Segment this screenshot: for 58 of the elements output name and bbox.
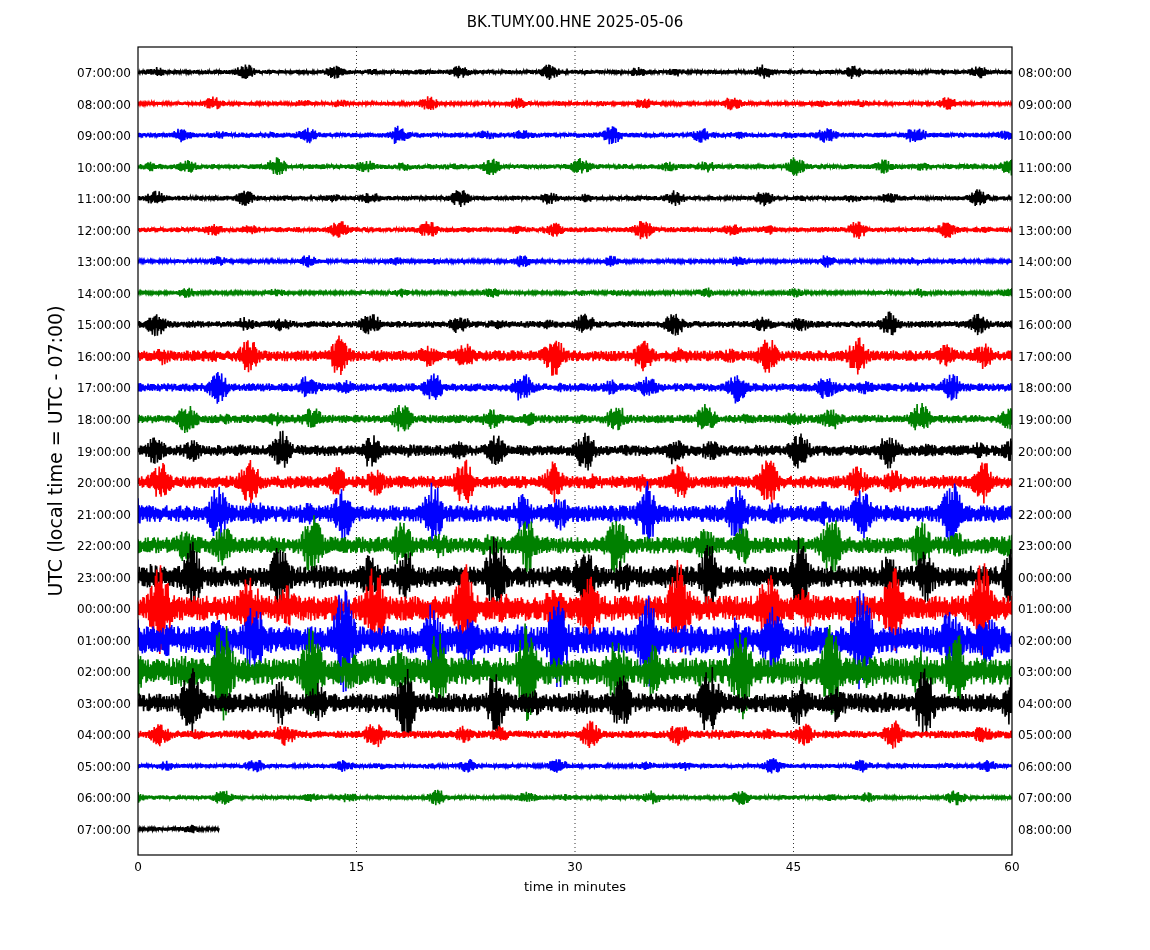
y-tick-label: 16:00:00 xyxy=(77,349,131,364)
y-tick-label: 01:00:00 xyxy=(77,633,131,648)
y-tick-label: 07:00:00 xyxy=(77,66,131,80)
y-tick-label: 11:00:00 xyxy=(1018,160,1072,175)
y-tick-label: 01:00:00 xyxy=(1018,602,1072,617)
y-tick-label: 05:00:00 xyxy=(77,759,131,774)
y-tick-label: 20:00:00 xyxy=(1018,444,1072,459)
y-tick-label: 19:00:00 xyxy=(1018,412,1072,427)
y-tick-label: 09:00:00 xyxy=(77,129,131,144)
y-tick-label: 13:00:00 xyxy=(77,255,131,270)
y-tick-label: 19:00:00 xyxy=(77,444,131,459)
y-tick-label: 10:00:00 xyxy=(77,160,131,175)
y-tick-label: 03:00:00 xyxy=(1018,665,1072,680)
y-tick-label: 06:00:00 xyxy=(1018,759,1072,774)
y-tick-label: 21:00:00 xyxy=(77,507,131,522)
y-tick-label: 12:00:00 xyxy=(1018,192,1072,207)
y-tick-label: 15:00:00 xyxy=(77,318,131,333)
y-tick-label: 13:00:00 xyxy=(1018,223,1072,238)
y-tick-label: 05:00:00 xyxy=(1018,728,1072,743)
x-tick-label: 30 xyxy=(567,860,583,874)
y-tick-label: 06:00:00 xyxy=(77,791,131,806)
x-tick-label: 60 xyxy=(1004,860,1020,874)
y-axis-label: UTC (local time = UTC - 07:00) xyxy=(44,305,66,597)
y-tick-label: 09:00:00 xyxy=(1018,97,1072,112)
y-tick-label: 10:00:00 xyxy=(1018,129,1072,144)
x-tick-label: 15 xyxy=(348,860,365,874)
y-tick-label: 22:00:00 xyxy=(77,539,131,554)
y-tick-label: 14:00:00 xyxy=(1018,255,1072,270)
y-tick-label: 17:00:00 xyxy=(1018,349,1072,364)
y-tick-label: 08:00:00 xyxy=(77,97,131,112)
chart-title: BK.TUMY.00.HNE 2025-05-06 xyxy=(466,13,684,31)
y-tick-label: 00:00:00 xyxy=(77,602,131,617)
y-tick-label: 07:00:00 xyxy=(77,823,131,837)
y-tick-label: 04:00:00 xyxy=(77,728,131,743)
y-tick-label: 11:00:00 xyxy=(77,192,131,207)
y-tick-label: 02:00:00 xyxy=(77,665,131,680)
y-tick-label: 23:00:00 xyxy=(1018,539,1072,554)
y-tick-label: 18:00:00 xyxy=(77,412,131,427)
y-tick-label: 23:00:00 xyxy=(77,570,131,585)
y-tick-label: 07:00:00 xyxy=(1018,791,1072,806)
y-tick-label: 08:00:00 xyxy=(1018,66,1072,80)
y-tick-label: 04:00:00 xyxy=(1018,696,1072,711)
y-tick-label: 20:00:00 xyxy=(77,476,131,491)
x-axis-label: time in minutes xyxy=(523,879,627,894)
y-tick-label: 22:00:00 xyxy=(1018,507,1072,522)
x-tick-label: 0 xyxy=(134,860,142,874)
y-tick-label: 15:00:00 xyxy=(1018,286,1072,301)
y-tick-label: 03:00:00 xyxy=(77,696,131,711)
y-tick-label: 18:00:00 xyxy=(1018,381,1072,396)
y-tick-label: 17:00:00 xyxy=(77,381,131,396)
y-tick-label: 02:00:00 xyxy=(1018,633,1072,648)
y-tick-label: 12:00:00 xyxy=(77,223,131,238)
x-tick-label: 45 xyxy=(785,860,802,874)
y-tick-label: 14:00:00 xyxy=(77,286,131,301)
y-tick-label: 21:00:00 xyxy=(1018,476,1072,491)
y-tick-label: 16:00:00 xyxy=(1018,318,1072,333)
y-tick-label: 00:00:00 xyxy=(1018,570,1072,585)
y-tick-label: 08:00:00 xyxy=(1018,823,1072,837)
